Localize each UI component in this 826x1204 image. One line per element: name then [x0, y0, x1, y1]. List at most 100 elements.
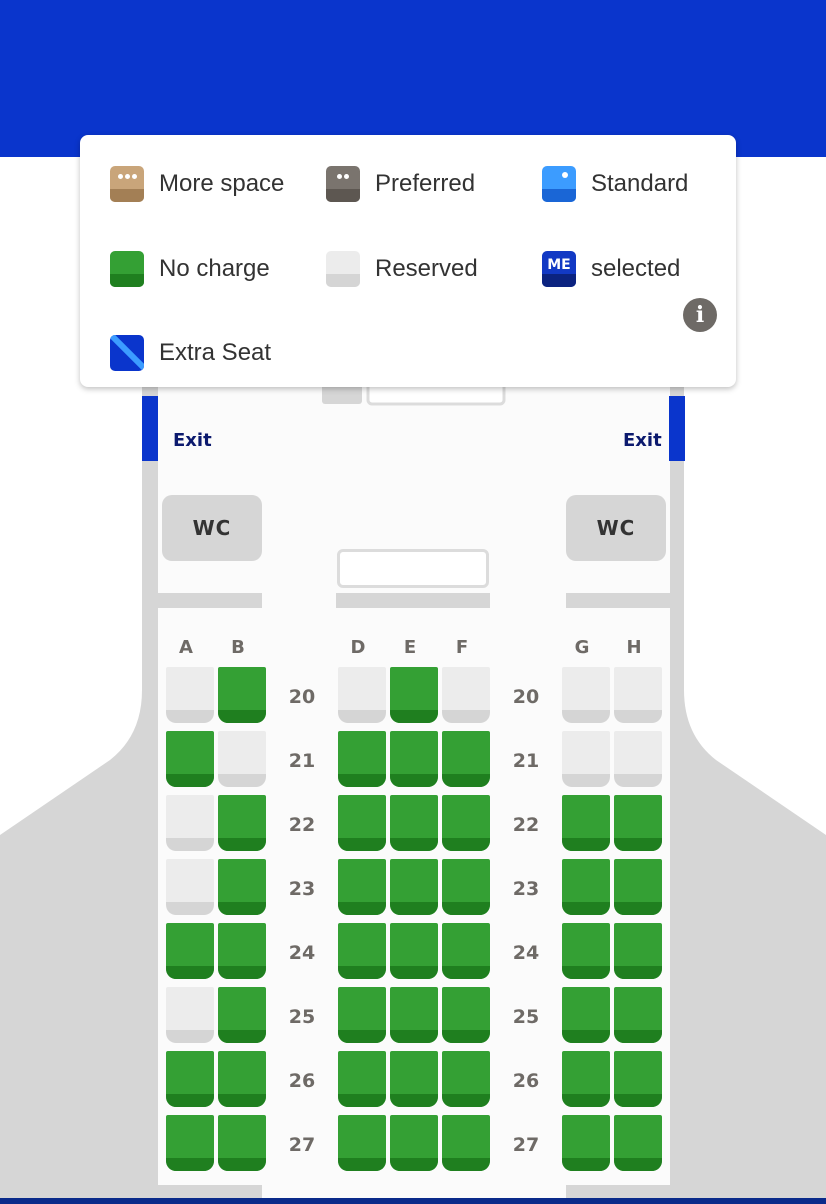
legend-label: Preferred [375, 170, 476, 197]
row-number: 21 [288, 750, 316, 772]
seat-27h[interactable] [614, 1115, 662, 1171]
seat-27e[interactable] [390, 1115, 438, 1171]
row-number: 25 [288, 1006, 316, 1028]
seat-20e[interactable] [390, 667, 438, 723]
standard-seat-icon [542, 166, 576, 202]
seat-24a[interactable] [166, 923, 214, 979]
seat-20b[interactable] [218, 667, 266, 723]
legend-preferred: Preferred [326, 166, 475, 202]
row-number: 20 [512, 686, 540, 708]
seat-25g[interactable] [562, 987, 610, 1043]
seat-20d [338, 667, 386, 723]
seat-26e[interactable] [390, 1051, 438, 1107]
row-number: 27 [288, 1134, 316, 1156]
seat-22h[interactable] [614, 795, 662, 851]
cabin-divider-bottom-right [566, 1185, 670, 1198]
seat-26b[interactable] [218, 1051, 266, 1107]
seat-27f[interactable] [442, 1115, 490, 1171]
seat-24b[interactable] [218, 923, 266, 979]
seat-23d[interactable] [338, 859, 386, 915]
seat-25a [166, 987, 214, 1043]
seat-20h [614, 667, 662, 723]
column-letter-f: F [455, 637, 469, 658]
cabin-divider-center [336, 593, 490, 608]
seat-22b[interactable] [218, 795, 266, 851]
seat-21f[interactable] [442, 731, 490, 787]
seat-27d[interactable] [338, 1115, 386, 1171]
seat-21b [218, 731, 266, 787]
seat-26h[interactable] [614, 1051, 662, 1107]
column-letter-b: B [231, 637, 245, 658]
exit-label-left: Exit [173, 430, 212, 451]
seat-25h[interactable] [614, 987, 662, 1043]
cabin-divider-right [566, 593, 670, 608]
legend-label: selected [591, 255, 681, 282]
row-number: 24 [288, 942, 316, 964]
legend-standard: Standard [542, 166, 688, 202]
more-space-seat-icon [110, 166, 144, 202]
seat-27a[interactable] [166, 1115, 214, 1171]
info-icon[interactable]: i [683, 298, 717, 332]
seat-22f[interactable] [442, 795, 490, 851]
seat-24h[interactable] [614, 923, 662, 979]
seat-21h [614, 731, 662, 787]
galley-box [337, 549, 489, 588]
column-letter-g: G [574, 637, 590, 658]
legend-extra-seat: Extra Seat [110, 335, 271, 371]
row-number: 23 [512, 878, 540, 900]
row-number: 21 [512, 750, 540, 772]
seat-23b[interactable] [218, 859, 266, 915]
seat-26f[interactable] [442, 1051, 490, 1107]
seat-27g[interactable] [562, 1115, 610, 1171]
seat-20a [166, 667, 214, 723]
seat-24e[interactable] [390, 923, 438, 979]
seat-24g[interactable] [562, 923, 610, 979]
column-letter-h: H [626, 637, 642, 658]
seat-26g[interactable] [562, 1051, 610, 1107]
seat-26a[interactable] [166, 1051, 214, 1107]
seat-26d[interactable] [338, 1051, 386, 1107]
seat-22e[interactable] [390, 795, 438, 851]
footer-band [0, 1198, 826, 1204]
seat-25f[interactable] [442, 987, 490, 1043]
seat-21d[interactable] [338, 731, 386, 787]
seat-legend: More space Preferred Standard No charge … [80, 135, 736, 387]
cabin-divider-left [158, 593, 262, 608]
seat-23f[interactable] [442, 859, 490, 915]
legend-label: Reserved [375, 255, 478, 282]
row-number: 26 [512, 1070, 540, 1092]
column-letter-a: A [179, 637, 193, 658]
no-charge-seat-icon [110, 251, 144, 287]
row-number: 25 [512, 1006, 540, 1028]
row-number: 20 [288, 686, 316, 708]
seat-23g[interactable] [562, 859, 610, 915]
selected-seat-icon: ME [542, 251, 576, 287]
legend-label: Standard [591, 170, 689, 197]
seat-22d[interactable] [338, 795, 386, 851]
legend-reserved: Reserved [326, 251, 478, 287]
row-number: 26 [288, 1070, 316, 1092]
seat-25b[interactable] [218, 987, 266, 1043]
seat-22g[interactable] [562, 795, 610, 851]
seat-23h[interactable] [614, 859, 662, 915]
seat-22a [166, 795, 214, 851]
seat-24f[interactable] [442, 923, 490, 979]
lavatory-left: WC [162, 495, 262, 561]
legend-label: More space [159, 170, 285, 197]
extra-seat-icon [110, 335, 144, 371]
cabin-divider-bottom-left [158, 1185, 262, 1198]
seat-21a[interactable] [166, 731, 214, 787]
seat-20f [442, 667, 490, 723]
seat-21g [562, 731, 610, 787]
seat-25e[interactable] [390, 987, 438, 1043]
reserved-seat-icon [326, 251, 360, 287]
seat-21e[interactable] [390, 731, 438, 787]
preferred-seat-icon [326, 166, 360, 202]
legend-no-charge: No charge [110, 251, 270, 287]
seat-27b[interactable] [218, 1115, 266, 1171]
column-letter-d: D [350, 637, 366, 658]
seat-24d[interactable] [338, 923, 386, 979]
seat-25d[interactable] [338, 987, 386, 1043]
seat-23e[interactable] [390, 859, 438, 915]
legend-label: No charge [159, 255, 270, 282]
